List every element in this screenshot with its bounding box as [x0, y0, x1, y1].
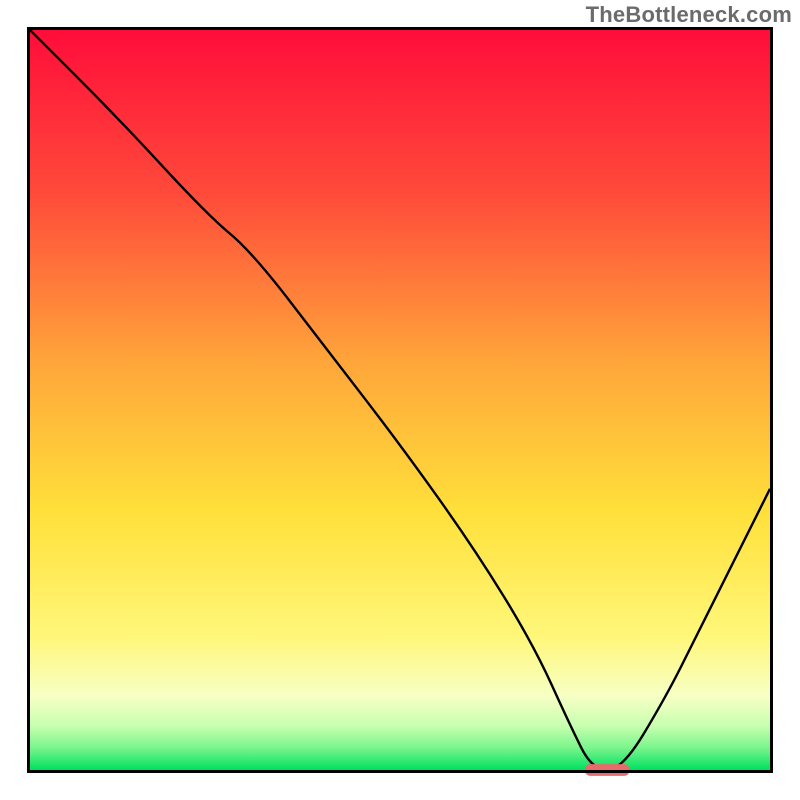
watermark-text: TheBottleneck.com	[586, 2, 792, 28]
optimal-marker	[585, 764, 629, 776]
chart-plot	[0, 0, 800, 800]
chart-container: TheBottleneck.com	[0, 0, 800, 800]
bottleneck-curve	[30, 30, 770, 770]
